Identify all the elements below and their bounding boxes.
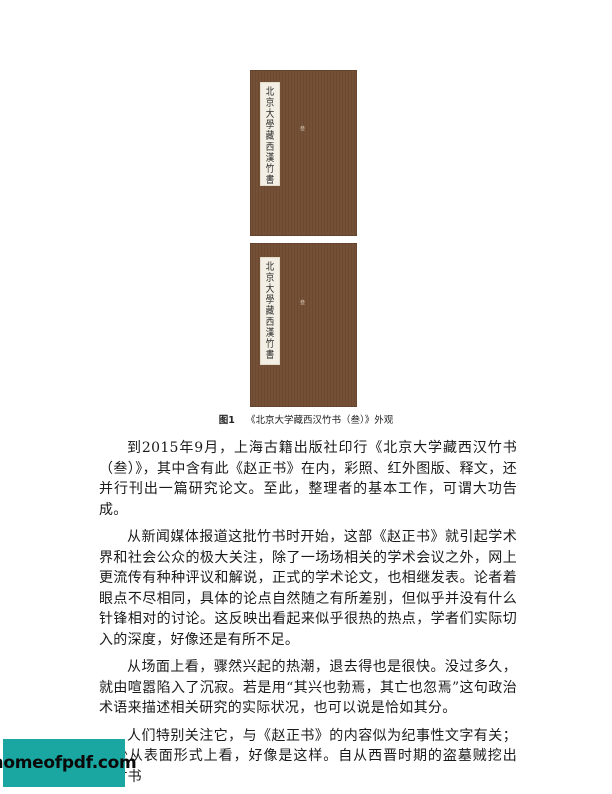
paragraph: 从新闻媒体报道这批竹书时开始，这部《赵正书》就引起学术界和社会公众的极大关注，除… bbox=[99, 529, 517, 648]
spine-char: 西 bbox=[265, 317, 275, 328]
spine-char: 北 bbox=[265, 262, 275, 273]
body-text: 到2015年9月，上海古籍出版社印行《北京大学藏西汉竹书（叁）》，其中含有此《赵… bbox=[99, 438, 517, 794]
figure-number: 图1 bbox=[218, 415, 235, 426]
spine-char: 學 bbox=[265, 295, 275, 306]
spine-char: 竹 bbox=[265, 339, 275, 350]
watermark-text: homeofpdf.com bbox=[0, 753, 137, 773]
spine-char: 京 bbox=[265, 273, 275, 284]
spine-char: 藏 bbox=[265, 306, 275, 317]
paragraph: 到2015年9月，上海古籍出版社印行《北京大学藏西汉竹书（叁）》，其中含有此《赵… bbox=[99, 440, 517, 518]
spine-char: 漢 bbox=[265, 153, 275, 164]
book-case-bottom-image: 北 京 大 學 藏 西 漢 竹 書 叁 bbox=[250, 243, 357, 407]
spine-char: 書 bbox=[265, 175, 275, 186]
figure-caption: 图1 《北京大学藏西汉竹书（叁）》外观 bbox=[0, 412, 612, 426]
spine-char: 大 bbox=[265, 284, 275, 295]
figure-caption-text: 《北京大学藏西汉竹书（叁）》外观 bbox=[245, 415, 394, 426]
document-page: 北 京 大 學 藏 西 漢 竹 書 叁 北 京 大 學 藏 西 漢 竹 書 叁 … bbox=[0, 0, 612, 792]
spine-char: 大 bbox=[265, 109, 275, 120]
book-case-top-image: 北 京 大 學 藏 西 漢 竹 書 叁 bbox=[250, 70, 357, 236]
spine-char: 京 bbox=[265, 98, 275, 109]
volume-mark: 叁 bbox=[300, 126, 306, 132]
spine-char: 竹 bbox=[265, 164, 275, 175]
spine-title-label: 北 京 大 學 藏 西 漢 竹 書 bbox=[260, 82, 280, 186]
paragraph: 从场面上看，骤然兴起的热潮，退去得也是很快。没过多久，就由喧嚣陷入了沉寂。若是用… bbox=[99, 659, 517, 716]
spine-title-label: 北 京 大 學 藏 西 漢 竹 書 bbox=[260, 257, 280, 365]
spine-char: 西 bbox=[265, 142, 275, 153]
spine-char: 藏 bbox=[265, 131, 275, 142]
spine-char: 學 bbox=[265, 120, 275, 131]
spine-char: 漢 bbox=[265, 328, 275, 339]
spine-char: 書 bbox=[265, 350, 275, 361]
spine-char: 北 bbox=[265, 87, 275, 98]
paragraph: 人们特别关注它，与《赵正书》的内容似为纪事性文字有关；至少从表面形式上看，好像是… bbox=[99, 727, 517, 785]
watermark-badge: homeofpdf.com bbox=[0, 739, 137, 787]
volume-mark: 叁 bbox=[300, 300, 306, 306]
